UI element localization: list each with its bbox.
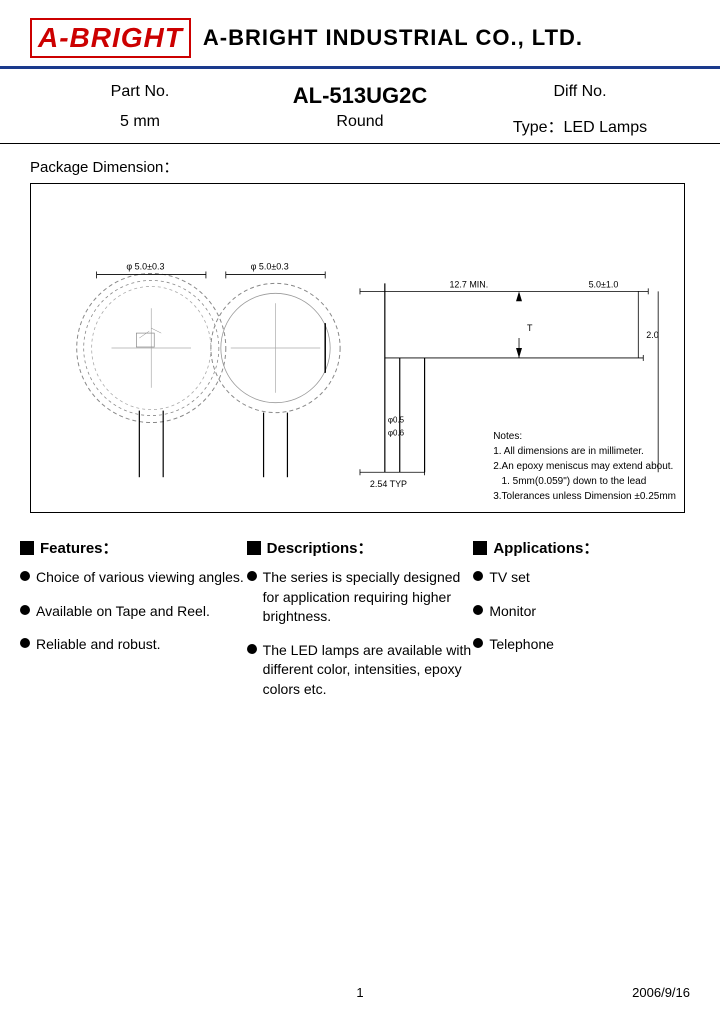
list-item: Choice of various viewing angles. [20,568,247,588]
svg-text:φ0.6: φ0.6 [388,428,405,437]
features-label: Features： [40,537,118,558]
desc-item-2: The LED lamps are available with differe… [263,641,474,700]
app-item-3: Telephone [489,635,554,655]
note-line-1: Notes: [493,429,676,444]
applications-column: Applications： TV set Monitor Telephone [473,537,700,714]
list-item: TV set [473,568,700,588]
descriptions-label: Descriptions： [267,537,373,558]
list-item: The LED lamps are available with differe… [247,641,474,700]
features-header: Features： [20,537,247,558]
bullet-icon [473,571,483,581]
svg-text:2.0: 2.0 [646,330,658,340]
bullet-icon [473,638,483,648]
list-item: Reliable and robust. [20,635,247,655]
part-info: Part No. AL-513UG2C Diff No. 5 mm Round … [0,69,720,144]
desc-bullet-icon [247,541,261,555]
applications-list: TV set Monitor Telephone [473,568,700,655]
app-item-1: TV set [489,568,529,588]
note-line-2: 1. All dimensions are in millimeter. [493,444,676,459]
app-item-2: Monitor [489,602,536,622]
type-label: Type：LED Lamps [470,113,690,137]
svg-text:φ0.5: φ0.5 [388,416,405,425]
svg-text:φ 5.0±0.3: φ 5.0±0.3 [126,261,164,271]
diff-no-label: Diff No. [470,83,690,109]
svg-text:12.7 MIN.: 12.7 MIN. [449,279,488,289]
note-line-3: 2.An epoxy meniscus may extend about. [493,459,676,474]
bullet-icon [20,571,30,581]
feature-item-1: Choice of various viewing angles. [36,568,244,588]
svg-text:φ 5.0±0.3: φ 5.0±0.3 [251,261,289,271]
descriptions-list: The series is specially designed for app… [247,568,474,700]
features-bullet-icon [20,541,34,555]
package-section: Package Dimension： φ 5.0±0.3 [0,144,720,527]
list-item: Monitor [473,602,700,622]
bullet-icon [473,605,483,615]
list-item: The series is specially designed for app… [247,568,474,627]
features-list: Choice of various viewing angles. Availa… [20,568,247,655]
part-no-label: Part No. [30,83,250,109]
feature-item-3: Reliable and robust. [36,635,161,655]
descriptions-column: Descriptions： The series is specially de… [247,537,474,714]
bullet-icon [20,605,30,615]
footer-date: 2006/9/16 [632,985,690,1000]
note-line-5: 3.Tolerances unless Dimension ±0.25mm [493,489,676,504]
logo: A-BRIGHT [30,18,191,58]
applications-header: Applications： [473,537,700,558]
company-name: A-BRIGHT INDUSTRIAL CO., LTD. [203,25,583,51]
footer-page: 1 [356,985,363,1000]
svg-text:2.54 TYP: 2.54 TYP [370,479,407,489]
part-no-value: AL-513UG2C [250,83,470,109]
list-item: Telephone [473,635,700,655]
diagram-notes: Notes: 1. All dimensions are in millimet… [493,429,676,504]
features-section: Features： Choice of various viewing angl… [0,527,720,724]
note-line-4: 1. 5mm(0.059") down to the lead [493,474,676,489]
descriptions-header: Descriptions： [247,537,474,558]
header: A-BRIGHT A-BRIGHT INDUSTRIAL CO., LTD. [0,0,720,69]
feature-item-2: Available on Tape and Reel. [36,602,210,622]
app-bullet-icon [473,541,487,555]
applications-label: Applications： [493,537,598,558]
bullet-icon [247,571,257,581]
list-item: Available on Tape and Reel. [20,602,247,622]
package-title: Package Dimension： [30,156,690,177]
bullet-icon [247,644,257,654]
features-column: Features： Choice of various viewing angl… [20,537,247,714]
desc-item-1: The series is specially designed for app… [263,568,474,627]
svg-text:T: T [527,323,533,333]
package-diagram: φ 5.0±0.3 φ 5.0±0.3 12.7 MIN. 5.0±1.0 T [30,183,685,513]
bullet-icon [20,638,30,648]
svg-text:5.0±1.0: 5.0±1.0 [589,279,619,289]
shape-label: Round [250,113,470,137]
size-label: 5 mm [30,113,250,137]
